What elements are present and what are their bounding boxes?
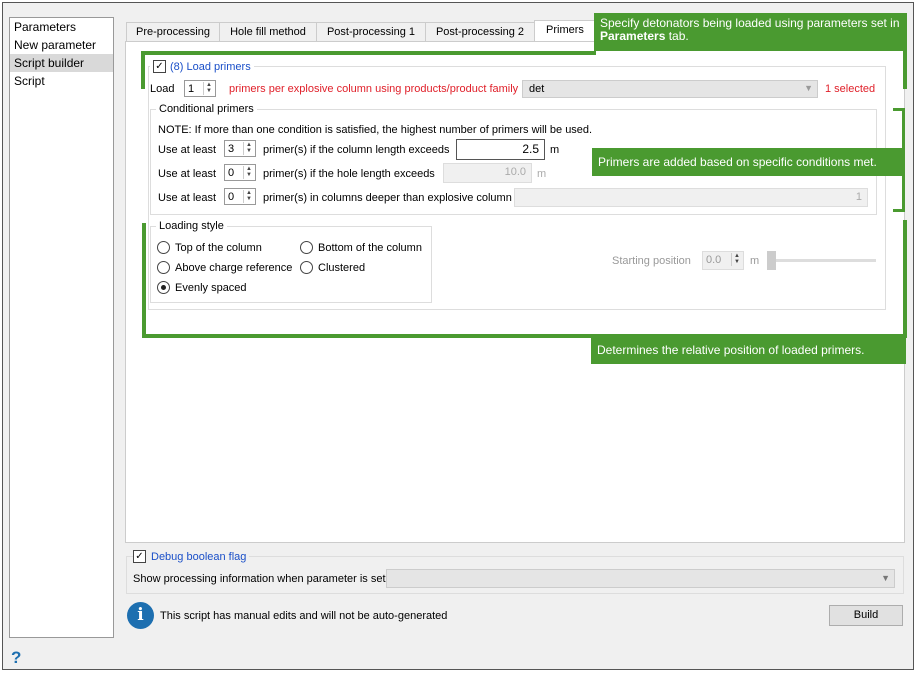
tab-post-processing-1[interactable]: Post-processing 1 xyxy=(316,22,426,42)
product-value: det xyxy=(529,83,545,95)
row2-unit: m xyxy=(537,168,547,180)
selected-count: 1 selected xyxy=(825,83,876,95)
info-message: This script has manual edits and will no… xyxy=(160,610,448,622)
tab-hole-fill-method[interactable]: Hole fill method xyxy=(219,22,317,42)
spin-arrows-icon[interactable]: ▲ ▼ xyxy=(203,82,214,95)
sidebar-item-script-builder[interactable]: Script builder xyxy=(10,54,113,72)
spin-arrows-icon[interactable]: ▲ ▼ xyxy=(243,166,254,179)
radio-clustered[interactable] xyxy=(300,261,313,274)
option-top-label: Top of the column xyxy=(175,242,262,254)
debug-parameter-dropdown[interactable]: ▼ xyxy=(386,569,895,588)
option-above-label: Above charge reference xyxy=(175,262,293,274)
help-icon[interactable]: ? xyxy=(11,648,21,668)
row2-count: 0 xyxy=(228,167,235,179)
chevron-down-icon: ▼ xyxy=(804,83,813,93)
tab-pre-processing[interactable]: Pre-processing xyxy=(126,22,220,42)
callout-frame xyxy=(902,108,905,212)
radio-bottom-of-column[interactable] xyxy=(300,241,313,254)
spin-arrows-icon[interactable]: ▲ ▼ xyxy=(243,142,254,155)
callout-frame xyxy=(903,220,907,338)
option-bottom-label: Bottom of the column xyxy=(318,242,422,254)
debug-label: Show processing information when paramet… xyxy=(133,573,386,585)
sidebar-item-new-parameter[interactable]: New parameter xyxy=(10,36,113,54)
radio-evenly-spaced[interactable] xyxy=(157,281,170,294)
row3-desc: primer(s) in columns deeper than explosi… xyxy=(263,192,512,204)
spin-arrows-icon[interactable]: ▲ ▼ xyxy=(731,253,742,266)
row2-desc: primer(s) if the hole length exceeds xyxy=(263,168,435,180)
load-primers-checkbox[interactable]: ✓ xyxy=(153,60,166,73)
row1-label: Use at least xyxy=(158,144,217,156)
callout-position: Determines the relative position of load… xyxy=(591,336,906,364)
load-count-spinbox[interactable]: 1 ▲ ▼ xyxy=(184,80,216,97)
starting-position-slider-handle[interactable] xyxy=(767,251,776,270)
starting-position-value: 0.0 xyxy=(706,254,722,266)
conditional-note: NOTE: If more than one condition is sati… xyxy=(158,124,593,136)
load-primers-header: ✓ (8) Load primers xyxy=(150,60,254,73)
callout-frame xyxy=(893,209,905,212)
load-description: primers per explosive column using produ… xyxy=(229,83,519,95)
product-dropdown[interactable]: det ▼ xyxy=(522,80,818,98)
info-icon: i xyxy=(127,602,154,629)
callout-bold: Parameters xyxy=(600,29,666,43)
radio-top-of-column[interactable] xyxy=(157,241,170,254)
sidebar: Parameters New parameter Script builder … xyxy=(9,17,114,638)
spin-arrows-icon[interactable]: ▲ ▼ xyxy=(243,190,254,203)
sidebar-item-script[interactable]: Script xyxy=(10,72,113,90)
debug-header: ✓ Debug boolean flag xyxy=(133,550,250,563)
loading-style-title: Loading style xyxy=(156,220,227,232)
column-length-input[interactable]: 2.5 xyxy=(456,139,545,160)
load-count-value: 1 xyxy=(188,83,195,95)
starting-position-spinbox[interactable]: 0.0 ▲ ▼ xyxy=(702,251,744,270)
callout-text: tab. xyxy=(665,29,689,43)
starting-position-slider-track[interactable] xyxy=(768,259,876,262)
row1-count: 3 xyxy=(228,143,235,155)
option-evenly-label: Evenly spaced xyxy=(175,282,247,294)
chevron-down-icon: ▼ xyxy=(881,573,890,583)
row2-label: Use at least xyxy=(158,168,217,180)
row3-label: Use at least xyxy=(158,192,217,204)
debug-title: Debug boolean flag xyxy=(151,550,247,563)
radio-above-charge-reference[interactable] xyxy=(157,261,170,274)
conditional-primers-title: Conditional primers xyxy=(156,103,257,115)
sidebar-item-parameters[interactable]: Parameters xyxy=(10,18,113,36)
callout-frame xyxy=(141,51,145,89)
load-primers-title: (8) Load primers xyxy=(170,60,251,73)
starting-position-label: Starting position xyxy=(612,255,691,267)
build-button[interactable]: Build xyxy=(829,605,903,626)
load-label: Load xyxy=(150,83,175,95)
debug-checkbox[interactable]: ✓ xyxy=(133,550,146,563)
row1-desc: primer(s) if the column length exceeds xyxy=(263,144,450,156)
callout-frame xyxy=(141,51,596,55)
starting-position-unit: m xyxy=(750,255,760,267)
callout-frame xyxy=(142,223,146,337)
row1-count-spinbox[interactable]: 3 ▲ ▼ xyxy=(224,140,256,157)
callout-conditions: Primers are added based on specific cond… xyxy=(592,148,902,176)
callout-text: Specify detonators being loaded using pa… xyxy=(600,16,900,30)
row2-count-spinbox[interactable]: 0 ▲ ▼ xyxy=(224,164,256,181)
row3-count-spinbox[interactable]: 0 ▲ ▼ xyxy=(224,188,256,205)
deeper-columns-field[interactable]: 1 xyxy=(514,188,868,207)
hole-length-input[interactable]: 10.0 xyxy=(443,163,532,183)
row1-unit: m xyxy=(550,144,560,156)
tab-primers[interactable]: Primers xyxy=(534,20,596,42)
callout-parameters: Specify detonators being loaded using pa… xyxy=(594,13,907,51)
option-clustered-label: Clustered xyxy=(318,262,366,274)
tab-post-processing-2[interactable]: Post-processing 2 xyxy=(425,22,535,42)
row3-count: 0 xyxy=(228,191,235,203)
